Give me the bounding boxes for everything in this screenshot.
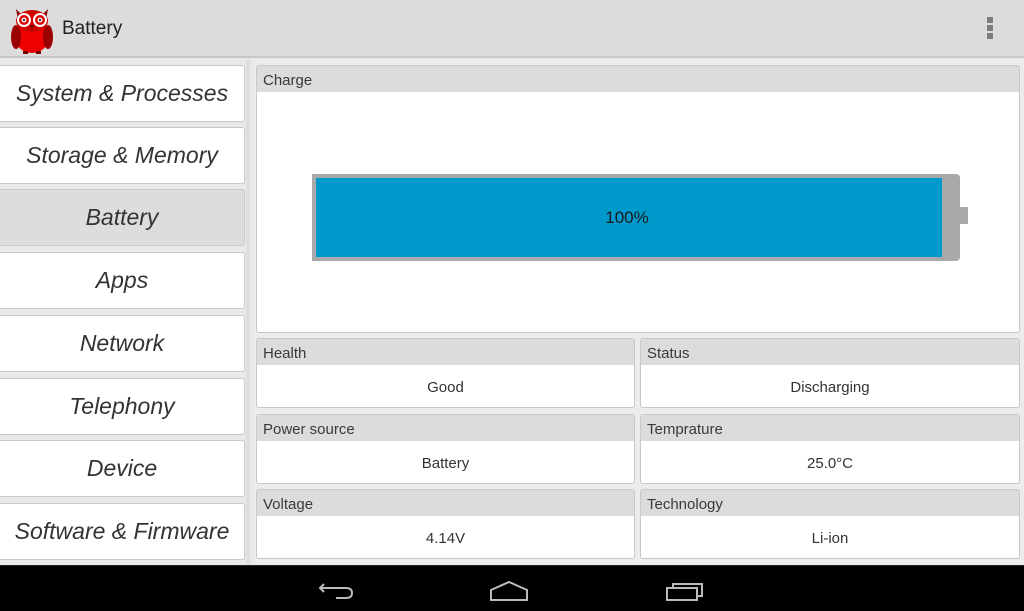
voltage-title: Voltage [257,490,634,516]
status-card: Status Discharging [640,338,1020,408]
sidebar: System & Processes Storage & Memory Batt… [0,60,250,565]
health-title: Health [257,339,634,365]
home-icon[interactable] [486,576,532,602]
status-value: Discharging [790,379,870,396]
charge-card-title: Charge [257,66,1019,92]
battery-gauge: 100% [312,174,968,261]
recent-apps-icon[interactable] [662,576,708,602]
sidebar-item-apps[interactable]: Apps [0,252,245,309]
technology-title: Technology [641,490,1019,516]
battery-tip [960,207,968,224]
health-value: Good [427,379,464,396]
temperature-card: Temprature 25.0°C [640,414,1020,484]
owl-logo-icon [8,3,56,55]
app-window: Battery System & Processes Storage & Mem… [0,0,1024,611]
overflow-menu-icon[interactable] [982,15,998,43]
action-bar: Battery [0,0,1024,58]
back-icon[interactable] [312,576,358,602]
system-nav-bar [0,565,1024,611]
content-panel: Charge 100% Health Good Status Dischargi… [254,60,1024,565]
sidebar-item-system-processes[interactable]: System & Processes [0,65,245,122]
technology-value: Li-ion [811,530,849,547]
voltage-card: Voltage 4.14V [256,489,635,559]
sidebar-item-network[interactable]: Network [0,315,245,372]
charge-card: Charge 100% [256,65,1020,333]
sidebar-item-battery[interactable]: Battery [0,189,245,246]
sidebar-item-software-firmware[interactable]: Software & Firmware [0,503,245,560]
health-card: Health Good [256,338,635,408]
page-title: Battery [62,18,123,39]
voltage-value: 4.14V [425,530,466,547]
temperature-title: Temprature [641,415,1019,441]
power-source-title: Power source [257,415,634,441]
sidebar-item-storage-memory[interactable]: Storage & Memory [0,127,245,184]
power-source-value: Battery [421,455,470,472]
temperature-value: 25.0°C [806,455,854,472]
sidebar-item-telephony[interactable]: Telephony [0,378,245,435]
power-source-card: Power source Battery [256,414,635,484]
status-title: Status [641,339,1019,365]
battery-percent-label: 100% [605,207,649,227]
technology-card: Technology Li-ion [640,489,1020,559]
sidebar-item-device[interactable]: Device [0,440,245,497]
